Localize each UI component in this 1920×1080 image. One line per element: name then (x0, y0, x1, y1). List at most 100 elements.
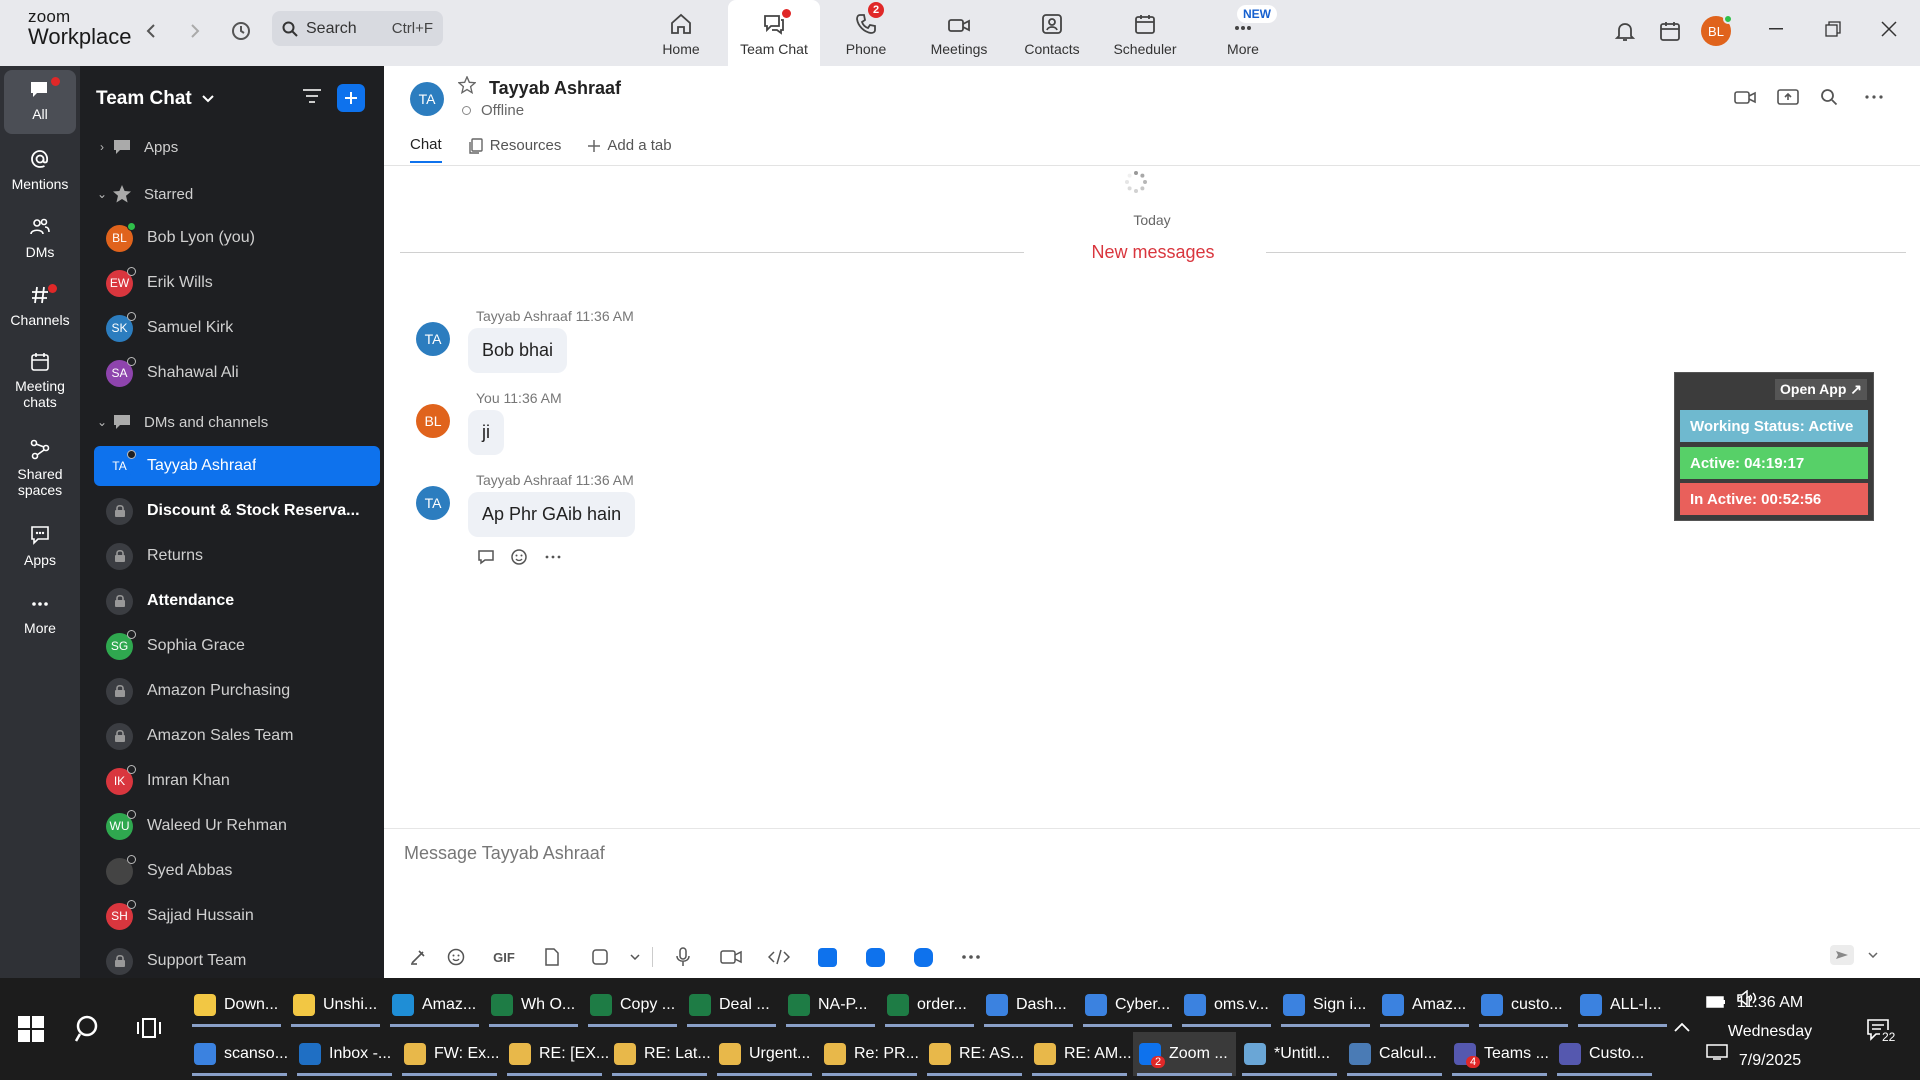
system-clock[interactable]: 11:36 AM Wednesday 7/9/2025 (1720, 988, 1820, 1075)
taskbar-app[interactable]: *Untitl... (1238, 1032, 1341, 1076)
taskbar-app[interactable]: RE: [EX... (503, 1032, 609, 1076)
rail-item-dms[interactable]: DMs (4, 216, 76, 260)
reply-icon[interactable] (476, 548, 496, 566)
video-message-icon[interactable] (707, 945, 755, 969)
taskbar-app[interactable]: Deal ... (683, 983, 780, 1027)
channel-item[interactable]: Attendance (94, 581, 380, 621)
search-icon[interactable] (74, 1014, 104, 1049)
dm-item[interactable]: IK Imran Khan (94, 761, 380, 801)
taskbar-app[interactable]: Teams ... 4 (1448, 1032, 1551, 1076)
nav-tab-meetings[interactable]: Meetings (913, 0, 1005, 66)
taskbar-app[interactable]: Inbox -... (293, 1032, 396, 1076)
dm-item[interactable]: EW Erik Wills (94, 263, 380, 303)
nav-tab-more[interactable]: More NEW (1197, 0, 1289, 66)
windows-start-icon[interactable] (18, 1016, 44, 1042)
more-icon[interactable] (544, 548, 562, 566)
format-icon[interactable] (404, 945, 432, 969)
taskbar-app[interactable]: Unshi... (287, 983, 384, 1027)
dm-item[interactable]: SA Shahawal Ali (94, 353, 380, 393)
gif-icon[interactable]: GIF (480, 945, 528, 969)
taskbar-app[interactable]: Custo... (1553, 1032, 1656, 1076)
app-icon-docs[interactable] (803, 945, 851, 969)
file-icon[interactable] (528, 945, 576, 969)
task-view-icon[interactable] (136, 1016, 162, 1045)
chevron-up-icon[interactable] (1674, 1016, 1690, 1037)
contact-name[interactable]: Tayyab Ashraaf (489, 78, 621, 99)
dm-item[interactable]: SH Sajjad Hussain (94, 896, 380, 936)
back-arrow-icon[interactable] (134, 14, 168, 48)
channel-item[interactable]: Amazon Sales Team (94, 716, 380, 756)
sender-name[interactable]: Tayyab Ashraaf (476, 308, 572, 324)
emoji-icon[interactable] (510, 548, 530, 566)
sidebar-title[interactable]: Team Chat (96, 88, 214, 110)
dm-item[interactable]: BL Bob Lyon (you) (94, 218, 380, 258)
rail-item-mentions[interactable]: Mentions (4, 148, 76, 192)
dm-item[interactable]: SG Sophia Grace (94, 626, 380, 666)
code-icon[interactable] (755, 945, 803, 969)
taskbar-app[interactable]: scanso... (188, 1032, 291, 1076)
taskbar-app[interactable]: RE: Lat... (608, 1032, 711, 1076)
section-apps[interactable]: › Apps (94, 132, 380, 162)
restore-button[interactable] (1815, 14, 1851, 44)
forward-arrow-icon[interactable] (178, 14, 212, 48)
taskbar-app[interactable]: Sign i... (1277, 983, 1374, 1027)
search-icon[interactable] (1820, 88, 1838, 111)
taskbar-app[interactable]: order... (881, 983, 978, 1027)
chevron-down-icon[interactable] (1868, 952, 1878, 958)
minimize-button[interactable] (1758, 14, 1794, 44)
taskbar-app[interactable]: Amaz... (386, 983, 483, 1027)
nav-tab-team-chat[interactable]: Team Chat (728, 0, 820, 66)
channel-item[interactable]: Discount & Stock Reserva... (94, 491, 380, 531)
star-icon[interactable] (457, 75, 477, 100)
app-icon-whiteboard[interactable] (851, 945, 899, 969)
emoji-icon[interactable] (432, 945, 480, 969)
taskbar-app[interactable]: Copy ... (584, 983, 681, 1027)
tab-resources[interactable]: Resources (468, 136, 561, 163)
contact-avatar[interactable]: TA (410, 82, 444, 116)
tab-chat[interactable]: Chat (410, 136, 442, 163)
rail-item-channels[interactable]: Channels (4, 284, 76, 328)
microphone-icon[interactable] (659, 945, 707, 969)
sender-avatar[interactable]: BL (416, 404, 450, 438)
taskbar-app[interactable]: Cyber... (1079, 983, 1176, 1027)
rail-item-meeting-chats[interactable]: Meeting chats (4, 352, 76, 410)
sender-avatar[interactable]: TA (416, 322, 450, 356)
open-app-button[interactable]: Open App ↗ (1775, 379, 1867, 400)
sender-name[interactable]: Tayyab Ashraaf (476, 472, 572, 488)
taskbar-app[interactable]: FW: Ex... (398, 1032, 501, 1076)
video-call-icon[interactable] (1733, 88, 1757, 111)
more-options-icon[interactable] (1864, 88, 1884, 111)
taskbar-app[interactable]: Amaz... (1376, 983, 1473, 1027)
nav-tab-home[interactable]: Home (635, 0, 727, 66)
taskbar-app[interactable]: Dash... (980, 983, 1077, 1027)
taskbar-app[interactable]: Wh O... (485, 983, 582, 1027)
channel-item[interactable]: Support Team (94, 941, 380, 981)
bell-icon[interactable] (1608, 14, 1642, 48)
section-starred[interactable]: ⌄ Starred (94, 179, 380, 209)
channel-item[interactable]: Returns (94, 536, 380, 576)
search-bar[interactable]: Search Ctrl+F (272, 11, 443, 46)
nav-tab-phone[interactable]: Phone 2 (820, 0, 912, 66)
section-dms-channels[interactable]: ⌄ DMs and channels (94, 407, 380, 437)
taskbar-app[interactable]: Urgent... (713, 1032, 816, 1076)
calendar-icon[interactable] (1653, 14, 1687, 48)
message-composer[interactable]: Message Tayyab Ashraaf GIF (384, 828, 1920, 978)
taskbar-app[interactable]: RE: AS... (923, 1032, 1026, 1076)
sender-name[interactable]: You (476, 390, 500, 406)
sender-avatar[interactable]: TA (416, 486, 450, 520)
dm-item[interactable]: TA Tayyab Ashraaf (94, 446, 380, 486)
message-bubble[interactable]: Bob bhai (468, 328, 568, 373)
taskbar-app[interactable]: oms.v... (1178, 983, 1275, 1027)
send-icon[interactable] (1830, 945, 1854, 965)
taskbar-app[interactable]: RE: AM... (1028, 1032, 1132, 1076)
taskbar-app[interactable]: Re: PR... (818, 1032, 921, 1076)
new-chat-button[interactable] (337, 84, 365, 112)
rail-item-all[interactable]: All (4, 70, 76, 134)
taskbar-app[interactable]: ALL-I... (1574, 983, 1671, 1027)
rail-item-apps[interactable]: Apps (4, 524, 76, 568)
taskbar-app[interactable]: Zoom ... 2 (1133, 1032, 1236, 1076)
taskbar-app[interactable]: NA-P... (782, 983, 879, 1027)
dm-item[interactable]: WU Waleed Ur Rehman (94, 806, 380, 846)
more-icon[interactable] (947, 945, 995, 969)
message-bubble[interactable]: Ap Phr GAib hain (468, 492, 636, 537)
